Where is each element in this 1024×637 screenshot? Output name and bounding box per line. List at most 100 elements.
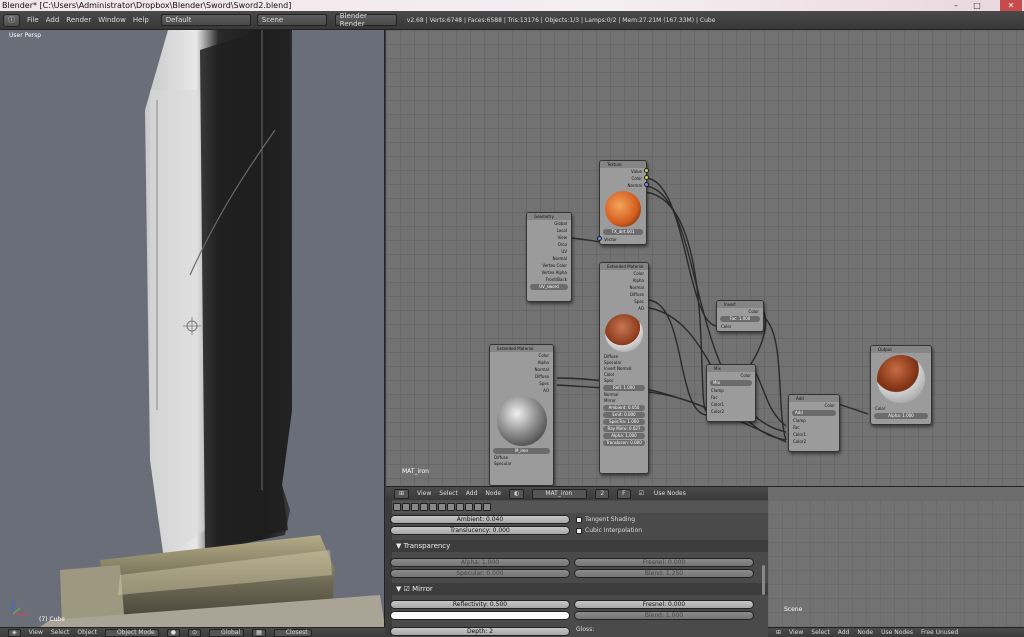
- physics-tab-icon[interactable]: [483, 503, 491, 511]
- screen-layout-field[interactable]: Default: [160, 14, 251, 26]
- vp-menu-view[interactable]: View: [29, 629, 43, 636]
- snap-dropdown[interactable]: Closest: [273, 628, 312, 637]
- ne-menu-select[interactable]: Select: [439, 490, 458, 497]
- geometry-uv-field[interactable]: UV_sword: [530, 284, 568, 290]
- material-field[interactable]: MAT_iron: [532, 488, 588, 499]
- particles-tab-icon[interactable]: [474, 503, 482, 511]
- orientation-dropdown[interactable]: Global: [209, 628, 245, 637]
- editor-type-icon[interactable]: ⓘ: [3, 13, 20, 27]
- node-editor-canvas[interactable]: Texture Value Color Normal TX_dirt.001 V…: [386, 30, 1024, 486]
- translucency-slider[interactable]: Translucency: 0.000: [390, 526, 570, 535]
- minimize-icon[interactable]: –: [947, 0, 965, 11]
- secondary-node-editor[interactable]: Scene: [768, 500, 1024, 627]
- viewport-perspective-label: User Persp: [9, 32, 42, 39]
- fake-user-button[interactable]: F: [617, 488, 631, 499]
- menu-window[interactable]: Window: [98, 16, 126, 24]
- mirror-color-swatch[interactable]: [390, 611, 570, 620]
- vp-menu-object[interactable]: Object: [77, 629, 97, 636]
- ext-in[interactable]: SpecTra: 1.000: [603, 419, 645, 425]
- invert-node[interactable]: Invert Color Fac: 1.000 Color: [716, 300, 764, 332]
- ambient-slider[interactable]: Ambient: 0.040: [390, 515, 570, 524]
- world-tab-icon[interactable]: [411, 503, 419, 511]
- menu-add[interactable]: Add: [46, 16, 60, 24]
- menu-render[interactable]: Render: [66, 16, 91, 24]
- scene-field[interactable]: Scene: [256, 14, 327, 26]
- users-count[interactable]: 2: [595, 488, 610, 499]
- ext-in[interactable]: Ambient: 0.050: [603, 405, 645, 411]
- mix-node[interactable]: Mix Color Mix Clamp Fac Color1 Color2: [706, 364, 756, 422]
- socket[interactable]: [644, 168, 649, 173]
- alpha-slider[interactable]: Alpha: 1.000: [390, 558, 570, 567]
- fresnel-m-slider[interactable]: Fresnel: 0.000: [574, 600, 754, 609]
- rp-editor-type-icon[interactable]: ⊞: [776, 629, 781, 636]
- material-tab-icon[interactable]: [456, 503, 464, 511]
- pivot-icon[interactable]: ⊙: [187, 628, 202, 637]
- close-icon[interactable]: ✕: [1000, 0, 1022, 11]
- rp-use-nodes[interactable]: Use Nodes: [881, 629, 913, 636]
- specular-slider[interactable]: Specular: 0.000: [390, 569, 570, 578]
- invert-fac[interactable]: Fac: 1.000: [720, 316, 760, 322]
- output-alpha[interactable]: Alpha: 1.000: [874, 413, 928, 419]
- texture-node[interactable]: Texture Value Color Normal TX_dirt.001 V…: [597, 160, 649, 245]
- viewport-editor-type-icon[interactable]: ◈: [8, 628, 21, 637]
- 3d-viewport[interactable]: User Persp (7) Cube: [0, 30, 385, 627]
- ne-menu-view[interactable]: View: [417, 490, 431, 497]
- blend-m-slider[interactable]: Blend: 1.000: [574, 611, 754, 620]
- menu-file[interactable]: File: [27, 16, 39, 24]
- extended-material-node[interactable]: Extended Material Color Alpha Normal Dif…: [599, 262, 649, 474]
- socket[interactable]: [644, 175, 649, 180]
- node-editor-type-icon[interactable]: ⊞: [394, 488, 410, 499]
- ext-left-check[interactable]: Specular: [490, 461, 553, 467]
- modifier-tab-icon[interactable]: [438, 503, 446, 511]
- blend-t-slider[interactable]: Blend: 1.250: [574, 569, 754, 578]
- menu-help[interactable]: Help: [133, 16, 149, 24]
- tangent-shading-checkbox[interactable]: Tangent Shading: [576, 516, 635, 523]
- add-clamp[interactable]: Clamp: [789, 417, 839, 424]
- props-scrollbar[interactable]: [762, 565, 765, 595]
- constraint-tab-icon[interactable]: [429, 503, 437, 511]
- socket[interactable]: [644, 182, 649, 187]
- data-tab-icon[interactable]: [447, 503, 455, 511]
- ext-in[interactable]: Translucen: 0.000: [603, 440, 645, 446]
- cubic-interp-checkbox[interactable]: Cubic Interpolation: [576, 527, 642, 534]
- rp-menu-node[interactable]: Node: [857, 629, 873, 636]
- rp-menu-view[interactable]: View: [789, 629, 803, 636]
- rp-free-unused[interactable]: Free Unused: [921, 629, 958, 636]
- add-mode[interactable]: Add: [792, 410, 836, 416]
- mix-mode[interactable]: Mix: [710, 380, 752, 386]
- shader-type-icon[interactable]: ◐: [509, 488, 525, 499]
- ext-in[interactable]: Alpha: 1.000: [603, 433, 645, 439]
- render-tab-icon[interactable]: [393, 503, 401, 511]
- fresnel-t-slider[interactable]: Fresnel: 0.000: [574, 558, 754, 567]
- geometry-node[interactable]: Geometry Global Local View Orco UV Norma…: [526, 212, 572, 302]
- scene-tab-icon[interactable]: [402, 503, 410, 511]
- socket[interactable]: [597, 236, 602, 241]
- ext-left-mat-name[interactable]: M_iron: [493, 448, 550, 454]
- mix-clamp[interactable]: Clamp: [707, 387, 755, 394]
- object-tab-icon[interactable]: [420, 503, 428, 511]
- rp-menu-select[interactable]: Select: [811, 629, 830, 636]
- ext-in[interactable]: Emit: 0.000: [603, 412, 645, 418]
- mode-dropdown[interactable]: Object Mode: [104, 628, 159, 637]
- maximize-icon[interactable]: □: [968, 0, 986, 11]
- use-nodes-checkbox[interactable]: ☑ Use Nodes: [639, 490, 686, 497]
- reflectivity-slider[interactable]: Reflectivity: 0.500: [390, 600, 570, 609]
- vp-menu-select[interactable]: Select: [51, 629, 70, 636]
- ne-menu-node[interactable]: Node: [485, 490, 501, 497]
- shading-icon[interactable]: ●: [166, 628, 180, 637]
- ext-in[interactable]: Ray Mirro: 0.027: [603, 426, 645, 432]
- transparency-section[interactable]: ▼ Transparency: [392, 540, 768, 552]
- extended-material-node-left[interactable]: Extended Material Color Alpha Normal Dif…: [489, 344, 554, 486]
- ext-in[interactable]: Refl: 1.000: [603, 385, 645, 391]
- rp-menu-add[interactable]: Add: [838, 629, 850, 636]
- mirror-section[interactable]: ▼ ☑ Mirror: [392, 583, 768, 595]
- output-node[interactable]: Output Color Alpha: 1.000: [870, 345, 932, 425]
- render-engine-field[interactable]: Blender Render: [334, 12, 397, 28]
- add-node[interactable]: Add Color Add Clamp Fac Color1 Color2: [788, 394, 840, 452]
- texture-name-field[interactable]: TX_dirt.001: [603, 229, 643, 235]
- layers-icon[interactable]: ▦: [252, 628, 266, 637]
- ne-menu-add[interactable]: Add: [466, 490, 478, 497]
- geometry-node-title: Geometry: [527, 213, 571, 220]
- depth-field[interactable]: Depth: 2: [390, 627, 570, 636]
- texture-tab-icon[interactable]: [465, 503, 473, 511]
